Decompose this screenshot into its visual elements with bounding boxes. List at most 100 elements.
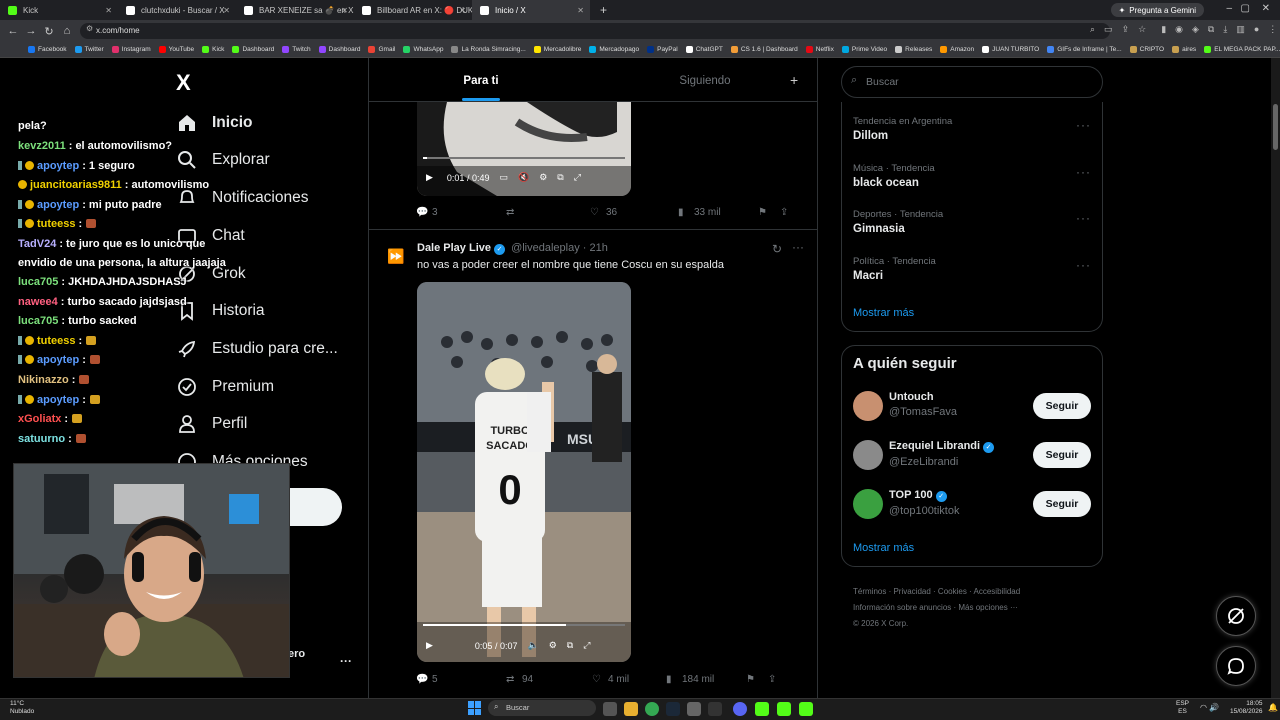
bookmark-item[interactable]: Dashboard <box>318 46 360 53</box>
settings-icon[interactable]: ⚙ <box>549 640 557 651</box>
extensions-puzzle-icon[interactable]: ⧉ <box>1208 24 1214 35</box>
bookmark-item[interactable]: GIFs de Inframe | Te... <box>1047 46 1122 53</box>
notification-bell-icon[interactable]: 🔔 <box>1268 703 1278 712</box>
browser-tab[interactable]: Billboard AR en X: 🔴 DUKI in✕ <box>354 0 472 20</box>
chat-username[interactable]: juancitoarias9811 <box>30 179 122 191</box>
browser-tab[interactable]: BAR XENEIZE sa 💣 en X: "Deba✕ <box>236 0 354 20</box>
trend-item[interactable]: Política · Tendencia Macri <box>853 256 1093 282</box>
add-tab-button[interactable]: + <box>790 72 798 88</box>
bookmark-item[interactable]: EL MEGA PACK PAP... <box>1204 46 1280 53</box>
account-name-fragment[interactable]: ero <box>288 648 305 660</box>
dale-play-avatar[interactable]: ⏩ <box>387 246 404 266</box>
bookmark-item[interactable]: Netflix <box>805 46 834 53</box>
video-progress-bar[interactable] <box>423 157 625 159</box>
chrome-icon[interactable] <box>645 702 659 716</box>
trend-more-icon[interactable]: ··· <box>1076 258 1091 272</box>
zoom-icon[interactable]: ⌕ <box>1090 24 1095 35</box>
chat-username[interactable]: xGoliatx <box>18 413 61 425</box>
bookmark-item[interactable]: Twitch <box>282 46 311 53</box>
close-window-icon[interactable]: ✕ <box>1262 3 1270 14</box>
footer-link[interactable]: Términos <box>853 587 886 596</box>
bookmark-icon[interactable]: ⚑ <box>758 207 780 218</box>
repost-icon[interactable]: ⇄ <box>506 207 590 218</box>
trend-item[interactable]: Tendencia en Argentina Dillom <box>853 116 1093 142</box>
steam-icon[interactable] <box>666 702 680 716</box>
x-logo[interactable]: X <box>176 70 191 96</box>
language-indicator[interactable]: ESP ES <box>1176 700 1189 716</box>
close-tab-icon[interactable]: ✕ <box>341 6 348 15</box>
kick-app-icon[interactable] <box>755 702 769 716</box>
address-bar[interactable]: x.com/home <box>80 23 1110 39</box>
back-icon[interactable]: ← <box>4 25 22 37</box>
kick-app-icon[interactable] <box>799 702 813 716</box>
nav-historia[interactable]: Historia <box>176 292 265 330</box>
reload-icon[interactable]: ↻ <box>40 25 58 38</box>
cast-icon[interactable]: ▭ <box>1104 24 1113 35</box>
bookmark-item[interactable]: PayPal <box>647 46 678 53</box>
menu-dots-icon[interactable]: ⋮ <box>1268 24 1277 35</box>
footer-link[interactable]: Más opciones ··· <box>958 603 1018 612</box>
show-more-follow-link[interactable]: Mostrar más <box>853 542 914 554</box>
downloads-icon[interactable]: ⤓ <box>1223 24 1227 35</box>
close-tab-icon[interactable]: ✕ <box>459 6 466 15</box>
app-icon[interactable] <box>687 702 701 716</box>
file-explorer-icon[interactable] <box>624 702 638 716</box>
chat-username[interactable]: luca705 <box>18 315 58 327</box>
chat-username[interactable]: luca705 <box>18 276 58 288</box>
follow-suggestion[interactable]: Ezequiel Librandi ✓ @EzeLibrandi <box>889 440 995 468</box>
reply-icon[interactable]: 💬 <box>416 674 430 685</box>
clock[interactable]: 18:05 15/08/2026 <box>1230 700 1263 716</box>
nav-estudio[interactable]: Estudio para cre... <box>176 330 338 368</box>
minimize-icon[interactable]: – <box>1226 3 1232 14</box>
bookmark-item[interactable]: Releases <box>895 46 932 53</box>
follow-suggestion[interactable]: TOP 100 ✓ @top100tiktok <box>889 489 960 517</box>
bookmark-star-icon[interactable]: ☆ <box>1138 24 1146 35</box>
bookmark-item[interactable]: WhatsApp <box>403 46 443 53</box>
discord-icon[interactable] <box>733 702 747 716</box>
chat-username[interactable]: Nikinazzo <box>18 374 69 386</box>
kick-app-icon[interactable] <box>777 702 791 716</box>
chat-username[interactable]: apoytep <box>37 199 79 211</box>
follow-button[interactable]: Seguir <box>1033 442 1091 468</box>
grok-post-icon[interactable]: ↻ <box>772 242 782 256</box>
bookmark-icon[interactable]: ⚑ <box>746 674 768 685</box>
play-icon[interactable]: ▶ <box>426 172 433 183</box>
close-tab-icon[interactable]: ✕ <box>223 6 230 15</box>
chat-username[interactable]: tuteess <box>37 335 76 347</box>
avatar[interactable] <box>853 489 883 519</box>
bookmark-item[interactable]: Kick <box>202 46 224 53</box>
chat-username[interactable]: kevz2011 <box>18 140 66 152</box>
task-view-icon[interactable] <box>603 702 617 716</box>
share-icon[interactable]: ⇪ <box>780 207 788 218</box>
pip-icon[interactable]: ⧉ <box>567 640 573 651</box>
footer-link[interactable]: Información sobre anuncios <box>853 603 951 612</box>
show-more-trends-link[interactable]: Mostrar más <box>853 307 914 319</box>
nav-explorar[interactable]: Explorar <box>176 141 270 179</box>
scrollbar-thumb[interactable] <box>1273 104 1278 150</box>
video-progress-bar[interactable] <box>423 624 625 626</box>
bookmark-item[interactable]: YouTube <box>158 46 194 53</box>
bookmark-item[interactable]: Dashboard <box>232 46 274 53</box>
scrollbar[interactable] <box>1271 58 1280 698</box>
like-icon[interactable]: ♡ <box>592 674 606 685</box>
share-icon[interactable]: ⇪ <box>1122 24 1130 35</box>
new-tab-button[interactable]: + <box>600 3 607 17</box>
browser-tab[interactable]: Kick ✕ <box>0 0 118 20</box>
trend-item[interactable]: Deportes · Tendencia Gimnasia <box>853 209 1093 235</box>
like-icon[interactable]: ♡ <box>590 207 604 218</box>
volume-icon[interactable]: 🔈 <box>527 640 538 651</box>
gemini-button[interactable]: ✦ Pregunta a Gemini <box>1110 3 1204 17</box>
author-handle[interactable]: @livedaleplay <box>511 242 580 254</box>
avatar[interactable] <box>853 391 883 421</box>
reply-icon[interactable]: 💬 <box>416 207 430 218</box>
share-icon[interactable]: ⇪ <box>768 674 776 685</box>
extension-icon[interactable]: ◈ <box>1192 24 1199 35</box>
trend-more-icon[interactable]: ··· <box>1076 118 1091 132</box>
messages-fab-button[interactable] <box>1216 646 1256 686</box>
site-info-icon[interactable]: ⚙ <box>86 24 93 33</box>
chat-username[interactable]: tuteess <box>37 218 76 230</box>
pip-icon[interactable]: ⧉ <box>557 172 563 183</box>
video-player[interactable]: MSUN TURBO SACADO 0 <box>417 282 631 662</box>
views-icon[interactable]: ▮ <box>666 674 680 685</box>
profile-avatar[interactable]: ● <box>1254 24 1259 35</box>
